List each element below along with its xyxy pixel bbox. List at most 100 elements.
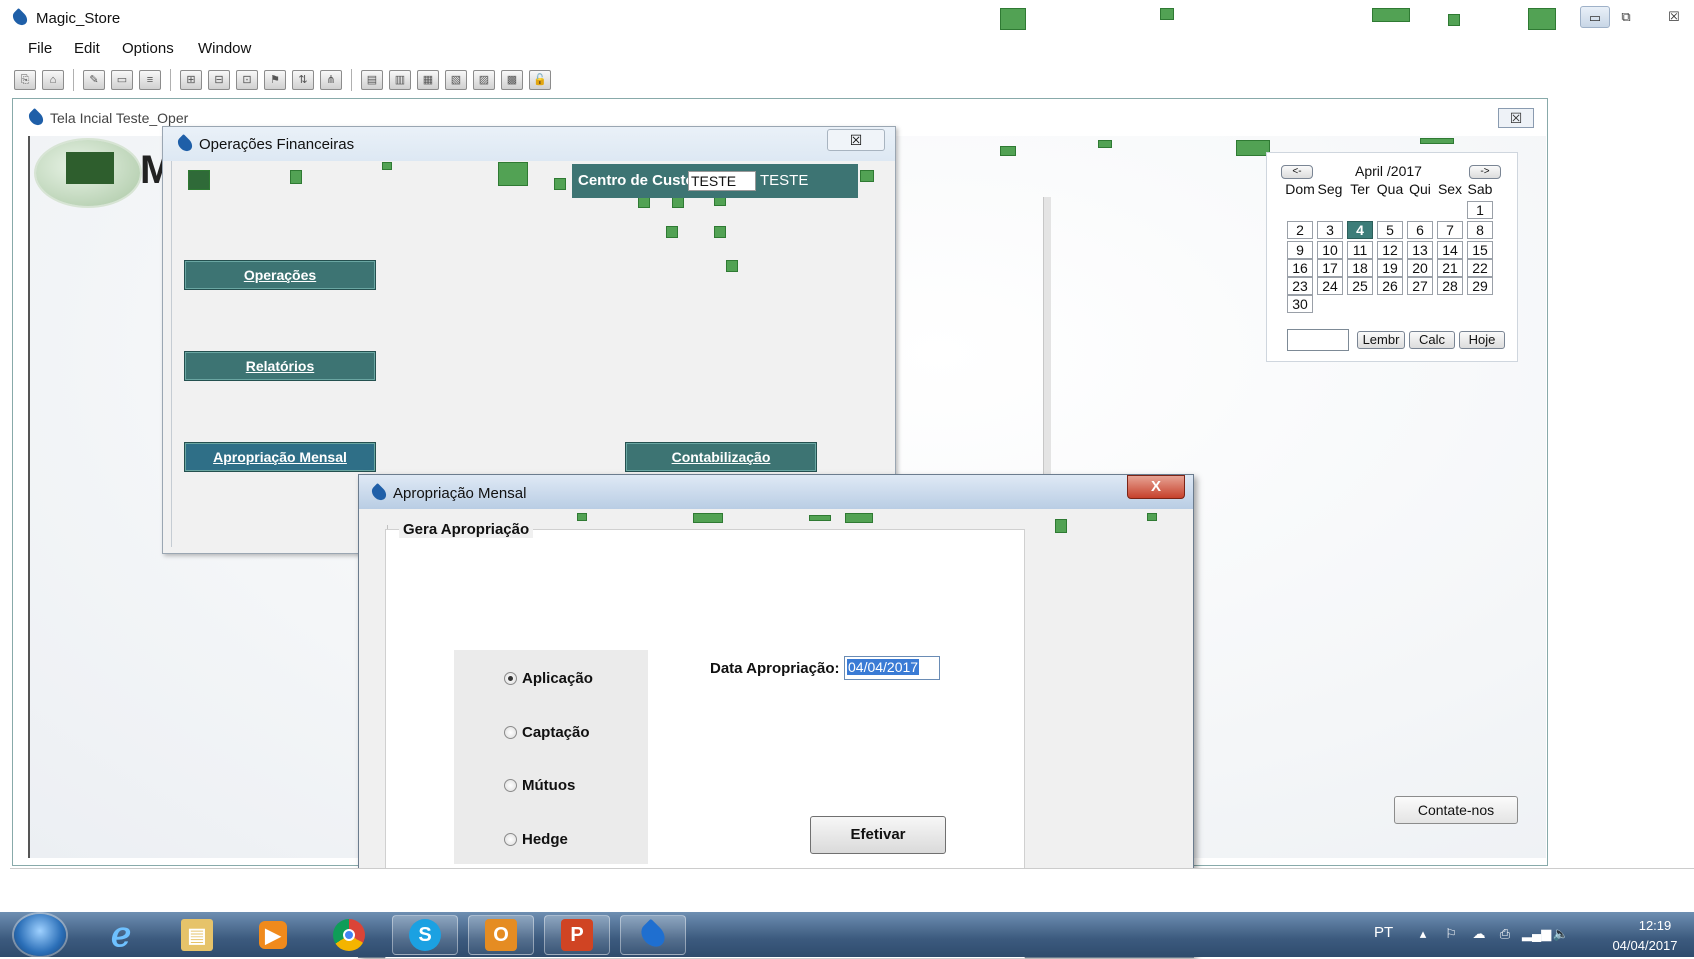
sort-icon[interactable]: ⇅ [292,70,314,90]
radio-aplicacao-dot[interactable] [504,672,517,685]
calendar-day[interactable]: 7 [1437,221,1463,239]
calendar-day[interactable]: 16 [1287,259,1313,277]
mdi-close-button[interactable]: ☒ [1498,108,1534,128]
contabilizacao-button[interactable]: Contabilização [625,442,817,472]
device-icon[interactable]: ⎙ [1496,926,1514,944]
language-indicator[interactable]: PT [1374,924,1393,941]
calendar-calc-button[interactable]: Calc [1409,331,1455,349]
taskbar-media-player[interactable]: ▶ [240,915,306,955]
apropriacao-mensal-button[interactable]: Apropriação Mensal [184,442,376,472]
radio-mutuos[interactable]: Mútuos [504,777,575,794]
calendar-day[interactable]: 21 [1437,259,1463,277]
calendar-day[interactable]: 13 [1407,241,1433,259]
relatorios-button[interactable]: Relatórios [184,351,376,381]
calendar-day[interactable]: 20 [1407,259,1433,277]
form-table-icon[interactable]: ▨ [473,70,495,90]
calendar-weekday: Qua [1376,181,1404,197]
lock-icon[interactable]: 🔓 [529,70,551,90]
centro-custo-input[interactable]: TESTE [688,171,756,191]
calendar-day[interactable]: 15 [1467,241,1493,259]
taskbar-powerpoint[interactable]: P [544,915,610,955]
record-next-icon[interactable]: ⊡ [236,70,258,90]
radio-captacao-dot[interactable] [504,726,517,739]
network-icon[interactable]: ▂▄▆ [1522,926,1551,944]
taskbar-magic[interactable] [620,915,686,955]
decorative-square [809,515,831,521]
radio-hedge[interactable]: Hedge [504,831,568,848]
taskbar-skype[interactable]: S [392,915,458,955]
calendar-day[interactable]: 29 [1467,277,1493,295]
data-apropriacao-input[interactable]: 04/04/2017 [844,656,940,680]
calendar-day[interactable]: 6 [1407,221,1433,239]
form-down-icon[interactable]: ▥ [389,70,411,90]
calendar-day[interactable]: 28 [1437,277,1463,295]
radio-mutuos-dot[interactable] [504,779,517,792]
calendar-hoje-button[interactable]: Hoje [1459,331,1505,349]
radio-captacao[interactable]: Captação [504,724,590,741]
calendar-day[interactable]: 12 [1377,241,1403,259]
calendar-day[interactable]: 1 [1467,201,1493,219]
calendar-day[interactable]: 30 [1287,295,1313,313]
cloud-icon[interactable]: ☁ [1470,926,1488,944]
folder-icon[interactable]: ⌂ [42,70,64,90]
calendar-day[interactable]: 5 [1377,221,1403,239]
radio-hedge-dot[interactable] [504,833,517,846]
menu-options[interactable]: Options [122,40,174,57]
taskbar-ie[interactable]: ℯ [88,915,154,955]
calendar-day[interactable]: 9 [1287,241,1313,259]
tray-expand-icon[interactable]: ▴ [1414,926,1432,944]
calendar-next-button[interactable]: -> [1469,165,1501,179]
contact-button[interactable]: Contate-nos [1394,796,1518,824]
list-icon[interactable]: ≡ [139,70,161,90]
calendar-lembr-button[interactable]: Lembr [1357,331,1405,349]
calendar-day[interactable]: 24 [1317,277,1343,295]
taskbar-outlook[interactable]: O [468,915,534,955]
calendar-day[interactable]: 14 [1437,241,1463,259]
calendar-day[interactable]: 19 [1377,259,1403,277]
menu-window[interactable]: Window [198,40,251,57]
calendar-day[interactable]: 22 [1467,259,1493,277]
form-icon[interactable]: ▤ [361,70,383,90]
calendar-day[interactable]: 25 [1347,277,1373,295]
record-prev-icon[interactable]: ⊟ [208,70,230,90]
calendar-day[interactable]: 27 [1407,277,1433,295]
edit-icon[interactable]: ✎ [83,70,105,90]
operacoes-button[interactable]: Operações [184,260,376,290]
calendar-day[interactable]: 2 [1287,221,1313,239]
taskbar-explorer[interactable]: ▤ [164,915,230,955]
opf-close-button[interactable]: ☒ [827,129,885,151]
form-right-icon[interactable]: ▧ [445,70,467,90]
record-icon[interactable]: ⊞ [180,70,202,90]
calendar-day[interactable]: 17 [1317,259,1343,277]
tree-icon[interactable]: ⋔ [320,70,342,90]
close-button[interactable]: ☒ [1660,6,1688,28]
volume-icon[interactable]: 🔈 [1552,926,1570,944]
form-grid-icon[interactable]: ▩ [501,70,523,90]
window-icon[interactable]: ▭ [111,70,133,90]
calendar-day[interactable]: 23 [1287,277,1313,295]
calendar-day[interactable]: 4 [1347,221,1373,239]
open-icon[interactable]: ⎘ [14,70,36,90]
minimize-button[interactable]: ▭ [1580,6,1610,28]
calendar-day[interactable]: 11 [1347,241,1373,259]
clock-date[interactable]: 04/04/2017 [1600,938,1690,953]
am-close-button[interactable]: X [1127,475,1185,499]
calendar-date-input[interactable] [1287,329,1349,351]
clock-time[interactable]: 12:19 [1620,918,1690,933]
start-button[interactable] [14,914,66,956]
calendar-day[interactable]: 3 [1317,221,1343,239]
flag-icon[interactable]: ⚑ [264,70,286,90]
calendar-day[interactable]: 18 [1347,259,1373,277]
form-left-icon[interactable]: ▦ [417,70,439,90]
restore-button[interactable]: ⧉ [1612,6,1640,28]
menu-edit[interactable]: Edit [74,40,100,57]
calendar-prev-button[interactable]: <- [1281,165,1313,179]
taskbar-chrome[interactable] [316,915,382,955]
action-center-icon[interactable]: ⚐ [1442,926,1460,944]
radio-aplicacao[interactable]: Aplicação [504,670,593,687]
calendar-day[interactable]: 26 [1377,277,1403,295]
efetivar-button[interactable]: Efetivar [810,816,946,854]
calendar-day[interactable]: 8 [1467,221,1493,239]
menu-file[interactable]: File [28,40,52,57]
calendar-day[interactable]: 10 [1317,241,1343,259]
